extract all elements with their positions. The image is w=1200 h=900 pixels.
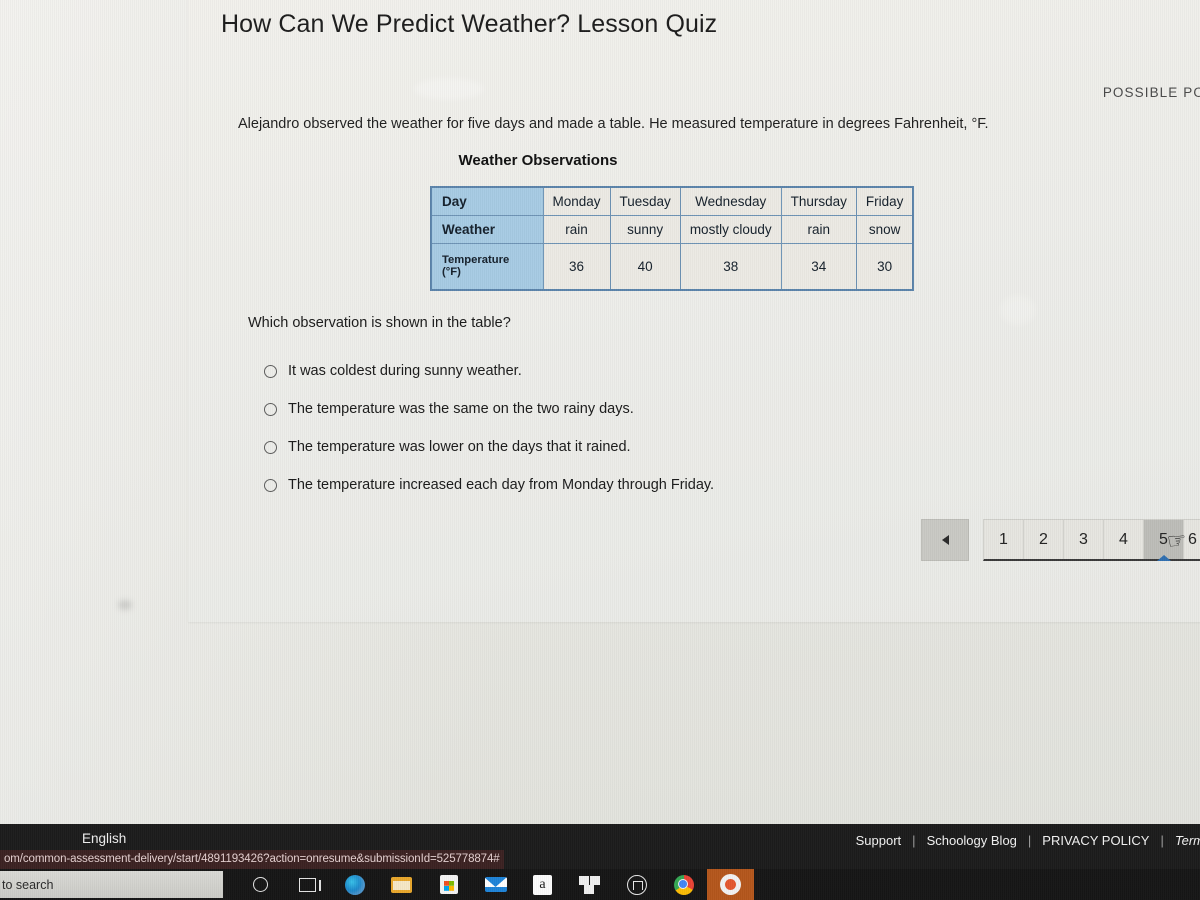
possible-points-label: POSSIBLE POINT [1102,85,1200,100]
table-row-weather: Weather rain sunny mostly cloudy rain sn… [430,215,914,244]
cell-weather-tuesday: sunny [609,215,681,244]
footer-separator: | [1027,833,1032,848]
answer-option-1[interactable]: It was coldest during sunny weather. [264,352,1044,390]
footer-separator: | [912,833,916,848]
cell-weather-monday: rain [542,215,611,244]
mouse-cursor-pointer-icon: ☞ [1165,527,1188,554]
orange-app-icon[interactable] [707,869,754,900]
page-button-2[interactable]: 2 [1024,520,1064,559]
language-selector[interactable]: English [82,831,126,846]
cell-temp-friday: 30 [855,243,914,290]
cell-day-friday: Friday [855,186,914,216]
cell-weather-thursday: rain [780,215,857,244]
cell-weather-wednesday: mostly cloudy [679,215,782,244]
page-button-1[interactable]: 1 [984,520,1024,559]
answer-option-4[interactable]: The temperature increased each day from … [264,466,1044,504]
footer-separator: | [1160,833,1164,848]
home-app-icon[interactable] [613,869,660,900]
browser-status-url: om/common-assessment-delivery/start/4891… [0,850,504,869]
footer-link-schoology-blog[interactable]: Schoology Blog [927,833,1017,848]
answer-option-label: It was coldest during sunny weather. [288,363,522,379]
taskbar-search-input[interactable]: to search [0,871,223,898]
cortana-circle-icon[interactable] [237,869,284,900]
table-caption: Weather Observations [458,152,618,169]
chrome-browser-icon[interactable] [660,869,707,900]
windows-taskbar: to search a [0,869,1200,900]
cell-day-thursday: Thursday [780,186,857,216]
previous-page-button[interactable] [921,519,969,561]
taskbar-search-placeholder: to search [2,877,54,892]
cell-temp-tuesday: 40 [609,243,681,290]
dropbox-icon[interactable] [566,869,613,900]
radio-button-icon[interactable] [264,440,277,454]
cell-temp-thursday: 34 [780,243,857,290]
row-header-temperature-line2: (°F) [442,266,461,279]
microsoft-store-icon[interactable] [425,869,472,900]
question-stem: Alejandro observed the weather for five … [238,116,989,132]
answer-option-label: The temperature was lower on the days th… [288,439,631,455]
question-text: Which observation is shown in the table? [248,315,511,331]
row-header-temperature: Temperature (°F) [430,243,544,290]
task-view-icon[interactable] [284,869,331,900]
footer-link-terms[interactable]: Term [1175,833,1200,848]
cell-day-wednesday: Wednesday [679,186,782,216]
page-button-4[interactable]: 4 [1104,520,1144,559]
answer-option-label: The temperature increased each day from … [288,477,715,493]
mail-icon[interactable] [472,869,519,900]
footer-link-privacy-policy[interactable]: PRIVACY POLICY [1042,833,1149,848]
edge-browser-icon[interactable] [331,869,378,900]
table-row-day: Day Monday Tuesday Wednesday Thursday Fr… [430,186,914,216]
radio-button-icon[interactable] [264,402,277,416]
file-explorer-icon[interactable] [378,869,425,900]
weather-observations-table: Day Monday Tuesday Wednesday Thursday Fr… [430,186,915,291]
row-header-temperature-line1: Temperature [442,254,510,267]
answer-option-label: The temperature was the same on the two … [288,401,634,417]
chevron-left-icon [941,535,949,545]
cell-day-tuesday: Tuesday [609,186,681,216]
radio-button-icon[interactable] [264,364,277,378]
screen-dust-speck [118,600,132,610]
answer-option-2[interactable]: The temperature was the same on the two … [264,390,1044,428]
table-row-temperature: Temperature (°F) 36 40 38 34 30 [430,243,914,290]
cell-day-monday: Monday [542,186,611,216]
taskbar-icons: a [237,869,754,900]
cell-temp-wednesday: 38 [679,243,782,290]
footer-link-support[interactable]: Support [856,833,902,848]
page-title: How Can We Predict Weather? Lesson Quiz [221,10,718,38]
page-button-3[interactable]: 3 [1064,520,1104,559]
cell-temp-monday: 36 [542,243,611,290]
pagination: 1 2 3 4 5 6 [921,519,1200,561]
row-header-day: Day [430,186,544,216]
cell-weather-friday: snow [855,215,914,244]
footer-links: Support | Schoology Blog | PRIVACY POLIC… [856,833,1200,848]
amazon-icon[interactable]: a [519,869,566,900]
row-header-weather: Weather [430,215,544,244]
screen-background: How Can We Predict Weather? Lesson Quiz … [0,0,1200,900]
answer-options-list: It was coldest during sunny weather. The… [264,352,1044,504]
quiz-content-card: How Can We Predict Weather? Lesson Quiz … [188,0,1200,622]
radio-button-icon[interactable] [264,478,277,492]
answer-option-3[interactable]: The temperature was lower on the days th… [264,428,1044,466]
